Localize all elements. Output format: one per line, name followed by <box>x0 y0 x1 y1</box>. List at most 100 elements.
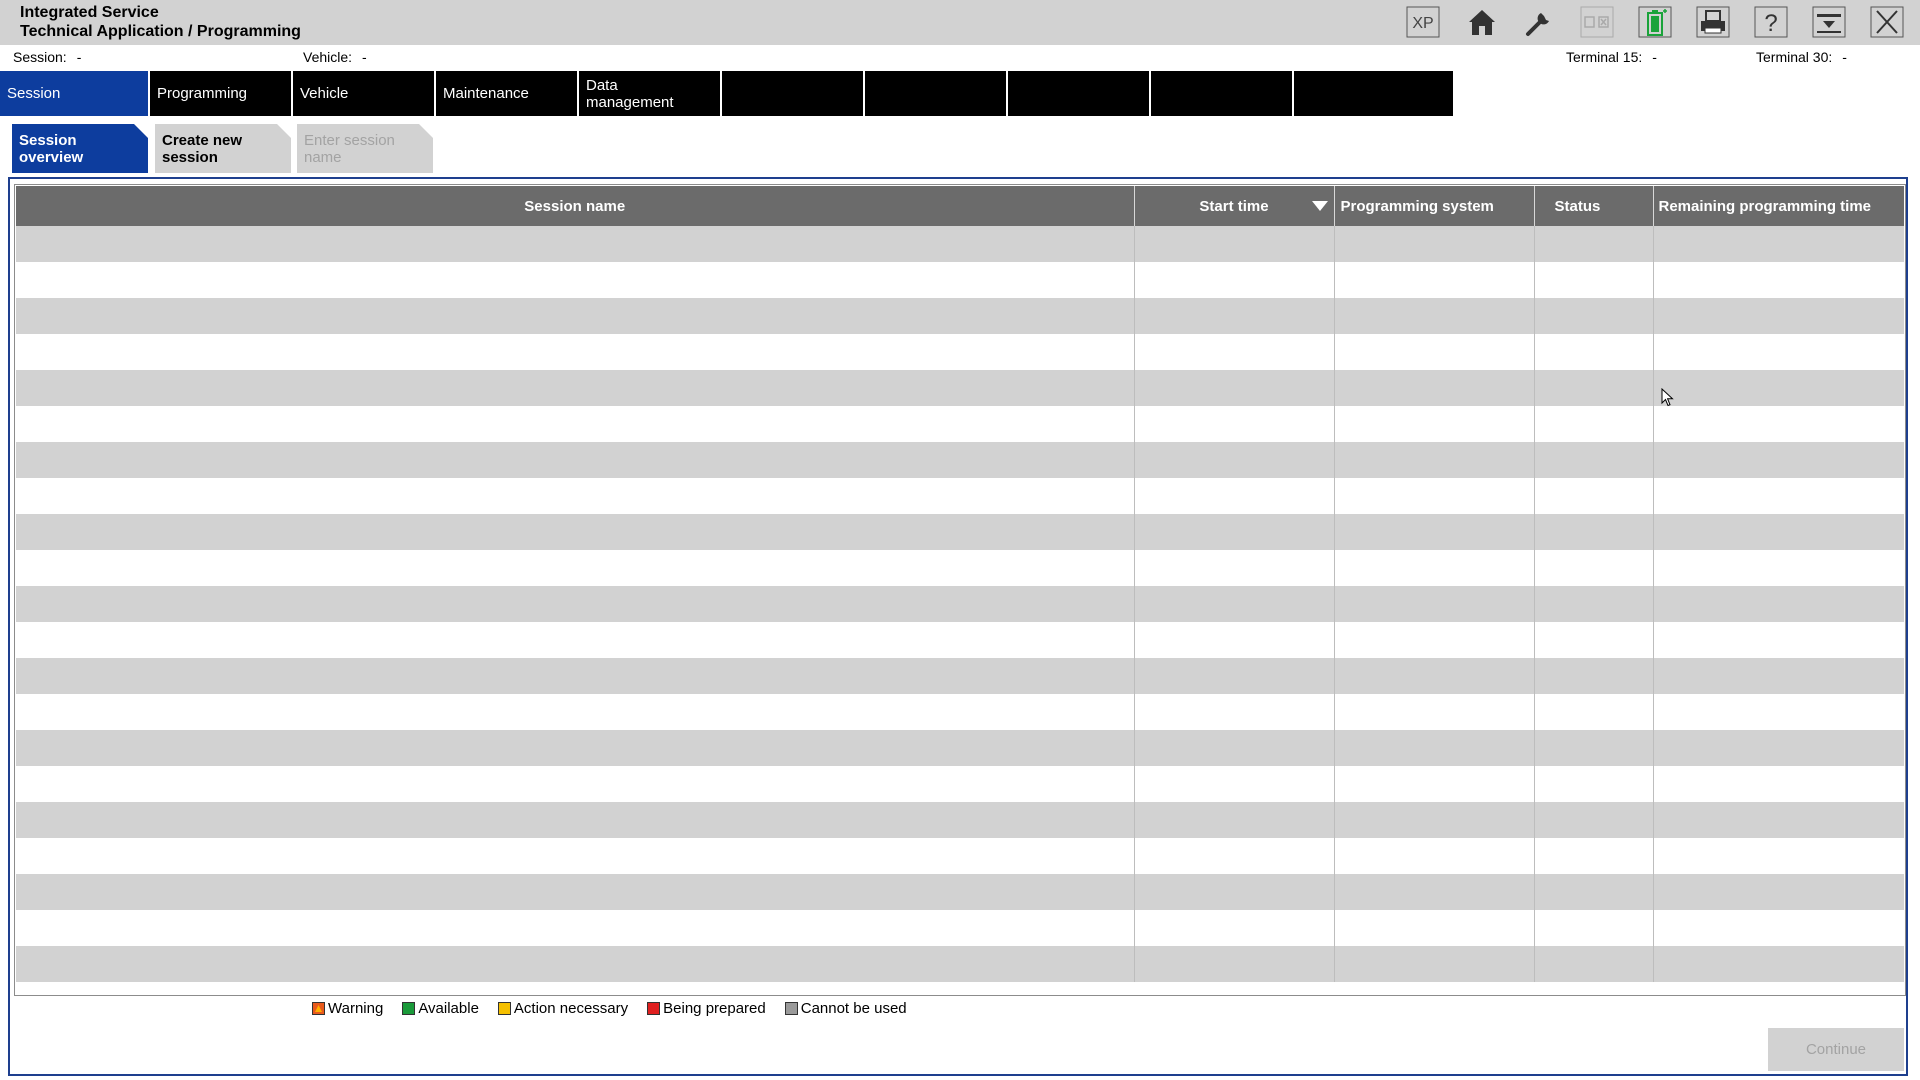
close-icon <box>1870 6 1904 38</box>
table-row[interactable] <box>16 694 1904 730</box>
table-row[interactable] <box>16 874 1904 910</box>
table-cell <box>1134 766 1335 802</box>
column-header-label: Start time <box>1199 197 1269 215</box>
table-row[interactable] <box>16 478 1904 514</box>
connection-button[interactable] <box>1580 4 1614 40</box>
table-cell <box>1534 730 1654 766</box>
table-cell <box>1534 586 1654 622</box>
table-row[interactable] <box>16 838 1904 874</box>
table-cell <box>1134 946 1335 982</box>
table-cell <box>1534 694 1654 730</box>
table-row[interactable] <box>16 226 1904 262</box>
xp-label: XP <box>1412 15 1433 32</box>
table-row[interactable] <box>16 946 1904 982</box>
table-cell <box>1653 478 1904 514</box>
table-cell <box>1534 946 1654 982</box>
help-button[interactable]: ? <box>1754 4 1788 40</box>
table-row[interactable] <box>16 802 1904 838</box>
table-row[interactable] <box>16 334 1904 370</box>
table-row[interactable] <box>16 586 1904 622</box>
table-cell <box>1534 334 1654 370</box>
table-cell <box>1653 910 1904 946</box>
subtab-session-overview[interactable]: Session overview <box>12 124 148 173</box>
table-cell <box>1534 622 1654 658</box>
table-cell <box>1334 262 1535 298</box>
table-cell <box>1134 658 1335 694</box>
table-row[interactable] <box>16 622 1904 658</box>
column-header-start-time[interactable]: Start time <box>1134 186 1335 226</box>
nav-tab-programming[interactable]: Programming <box>150 71 291 116</box>
table-row[interactable] <box>16 658 1904 694</box>
nav-tab-vehicle[interactable]: Vehicle <box>293 71 434 116</box>
table-row[interactable] <box>16 550 1904 586</box>
legend-label: Warning <box>328 1000 384 1017</box>
table-row[interactable] <box>16 262 1904 298</box>
vehicle-label: Vehicle: <box>303 49 353 65</box>
nav-tab-session[interactable]: Session <box>0 71 148 116</box>
nav-tab-maintenance[interactable]: Maintenance <box>436 71 577 116</box>
continue-button[interactable]: Continue <box>1768 1028 1904 1071</box>
table-cell <box>1334 766 1535 802</box>
column-header-status[interactable]: Status <box>1534 186 1654 226</box>
legend-label: Available <box>418 1000 479 1017</box>
close-button[interactable] <box>1870 4 1904 40</box>
table-cell <box>1653 622 1904 658</box>
service-button[interactable] <box>1522 4 1556 40</box>
table-row[interactable] <box>16 910 1904 946</box>
column-header-programming-system[interactable]: Programming system <box>1334 186 1535 226</box>
print-button[interactable] <box>1696 4 1730 40</box>
table-cell <box>1534 406 1654 442</box>
table-row[interactable] <box>16 514 1904 550</box>
table-cell <box>16 874 1135 910</box>
nav-tab-data-management[interactable]: Data management <box>579 71 720 116</box>
table-cell <box>16 910 1135 946</box>
app-title-line2: Technical Application / Programming <box>20 23 301 40</box>
table-row[interactable] <box>16 406 1904 442</box>
table-cell <box>1653 514 1904 550</box>
table-row[interactable] <box>16 298 1904 334</box>
legend-item-being-prepared: Being prepared <box>647 1000 766 1017</box>
table-cell <box>1534 442 1654 478</box>
table-cell <box>1653 658 1904 694</box>
minimize-button[interactable] <box>1812 4 1846 40</box>
table-cell <box>1653 298 1904 334</box>
nav-tab-empty-5 <box>1294 71 1453 116</box>
table-row[interactable] <box>16 442 1904 478</box>
table-cell <box>1134 406 1335 442</box>
nav-tab-label: Data management <box>586 76 674 111</box>
legend-item-cannot-be-used: Cannot be used <box>784 1000 907 1017</box>
terminal30-label: Terminal 30: <box>1756 49 1833 65</box>
xp-button[interactable]: XP <box>1406 4 1440 40</box>
table-cell <box>1534 802 1654 838</box>
table-cell <box>1334 910 1535 946</box>
table-row[interactable] <box>16 730 1904 766</box>
nav-tab-label: Vehicle <box>300 85 349 102</box>
table-cell <box>1134 694 1335 730</box>
table-cell <box>1653 442 1904 478</box>
subtab-create-new-session[interactable]: Create new session <box>155 124 291 173</box>
table-cell <box>1334 694 1535 730</box>
table-cell <box>1134 730 1335 766</box>
column-header-label: Programming system <box>1340 197 1494 215</box>
battery-button[interactable] <box>1638 4 1672 40</box>
session-info: Session: - <box>13 49 81 65</box>
table-cell <box>16 622 1135 658</box>
table-cell <box>1334 514 1535 550</box>
table-cell <box>1653 946 1904 982</box>
table-cell <box>1334 730 1535 766</box>
column-header-session-name[interactable]: Session name <box>16 186 1135 226</box>
home-button[interactable] <box>1465 4 1499 40</box>
table-cell <box>16 802 1135 838</box>
table-cell <box>16 406 1135 442</box>
table-cell <box>1334 874 1535 910</box>
table-cell <box>1534 478 1654 514</box>
session-table-container[interactable]: Session name Start time Programming syst… <box>14 184 1906 996</box>
subtab-label: Session overview <box>19 131 84 166</box>
subtab-label: Create new session <box>162 131 243 166</box>
table-cell <box>1534 658 1654 694</box>
table-row[interactable] <box>16 370 1904 406</box>
table-cell <box>1534 838 1654 874</box>
table-row[interactable] <box>16 766 1904 802</box>
table-cell <box>1334 550 1535 586</box>
column-header-remaining-programming-time[interactable]: Remaining programming time <box>1653 186 1904 226</box>
